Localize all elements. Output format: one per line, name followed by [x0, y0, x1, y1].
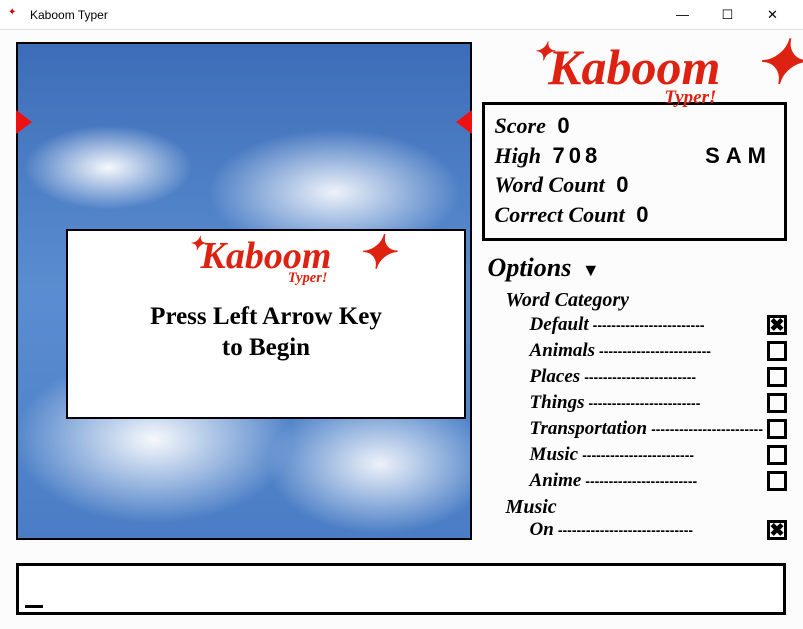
sparkle-icon: ✦ — [533, 40, 554, 65]
category-row-transportation[interactable]: Transportation------------------------ — [530, 416, 787, 442]
window-title: Kaboom Typer — [30, 8, 660, 22]
music-label: Music — [506, 496, 787, 519]
category-row-animals[interactable]: Animals------------------------ — [530, 338, 787, 364]
logo-header: ✦ Kaboom ✦ Typer! — [548, 42, 720, 107]
sparkle-icon: ✦ — [754, 33, 803, 93]
category-row-music[interactable]: Music------------------------ — [530, 442, 787, 468]
sparkle-icon: ✦ — [189, 235, 205, 254]
logo-card: ✦ Kaboom ✦ Typer! — [201, 237, 332, 285]
score-label: Score — [495, 113, 546, 138]
correct-count-value: 0 — [636, 202, 652, 227]
category-checkbox[interactable] — [767, 341, 787, 361]
word-count-label: Word Count — [495, 172, 605, 197]
category-label: Places — [530, 366, 581, 388]
maximize-button[interactable]: ☐ — [705, 0, 750, 30]
category-label: Music — [530, 444, 579, 466]
close-button[interactable]: ✕ — [750, 0, 795, 30]
left-arrow-icon — [16, 110, 32, 134]
chevron-down-icon: ▼ — [582, 260, 600, 280]
score-panel: Score 0 High 708 SAM Word Count 0 Correc… — [482, 102, 787, 241]
category-label: Transportation — [530, 418, 648, 440]
category-list: Default------------------------✖Animals-… — [482, 312, 787, 494]
high-name: SAM — [705, 141, 772, 171]
category-row-anime[interactable]: Anime------------------------ — [530, 468, 787, 494]
start-prompt: Press Left Arrow Key to Begin — [68, 301, 464, 364]
minimize-button[interactable]: — — [660, 0, 705, 30]
game-area[interactable]: ✦ Kaboom ✦ Typer! Press Left Arrow Key t… — [16, 42, 472, 540]
category-label: Default — [530, 314, 589, 336]
word-count-value: 0 — [616, 172, 632, 197]
music-checkbox[interactable]: ✖ — [767, 520, 787, 540]
score-value: 0 — [557, 113, 573, 138]
category-row-default[interactable]: Default------------------------✖ — [530, 312, 787, 338]
category-label: Anime — [530, 470, 582, 492]
app-icon: ✦ — [8, 7, 24, 23]
category-checkbox[interactable] — [767, 393, 787, 413]
right-arrow-icon — [456, 110, 472, 134]
text-cursor — [25, 605, 43, 608]
category-checkbox[interactable] — [767, 445, 787, 465]
high-value: 708 — [553, 143, 602, 168]
options-header[interactable]: Options ▼ — [488, 253, 787, 283]
category-checkbox[interactable] — [767, 367, 787, 387]
right-panel: ✦ Kaboom ✦ Typer! Score 0 High 708 SAM W… — [482, 42, 787, 542]
category-row-things[interactable]: Things------------------------ — [530, 390, 787, 416]
category-label: Animals — [530, 340, 595, 362]
category-checkbox[interactable]: ✖ — [767, 315, 787, 335]
category-row-places[interactable]: Places------------------------ — [530, 364, 787, 390]
music-on-row[interactable]: On ----------------------------- ✖ — [530, 519, 787, 542]
category-checkbox[interactable] — [767, 471, 787, 491]
category-checkbox[interactable] — [767, 419, 787, 439]
word-category-label: Word Category — [506, 289, 787, 312]
correct-count-label: Correct Count — [495, 202, 625, 227]
titlebar: ✦ Kaboom Typer — ☐ ✕ — [0, 0, 803, 30]
start-card: ✦ Kaboom ✦ Typer! Press Left Arrow Key t… — [66, 229, 466, 419]
category-label: Things — [530, 392, 585, 414]
high-label: High — [495, 143, 541, 168]
typing-input[interactable] — [16, 563, 786, 615]
app-body: ✦ Kaboom ✦ Typer! Press Left Arrow Key t… — [0, 30, 803, 629]
sparkle-icon: ✦ — [357, 230, 395, 276]
music-on-label: On — [530, 519, 554, 541]
